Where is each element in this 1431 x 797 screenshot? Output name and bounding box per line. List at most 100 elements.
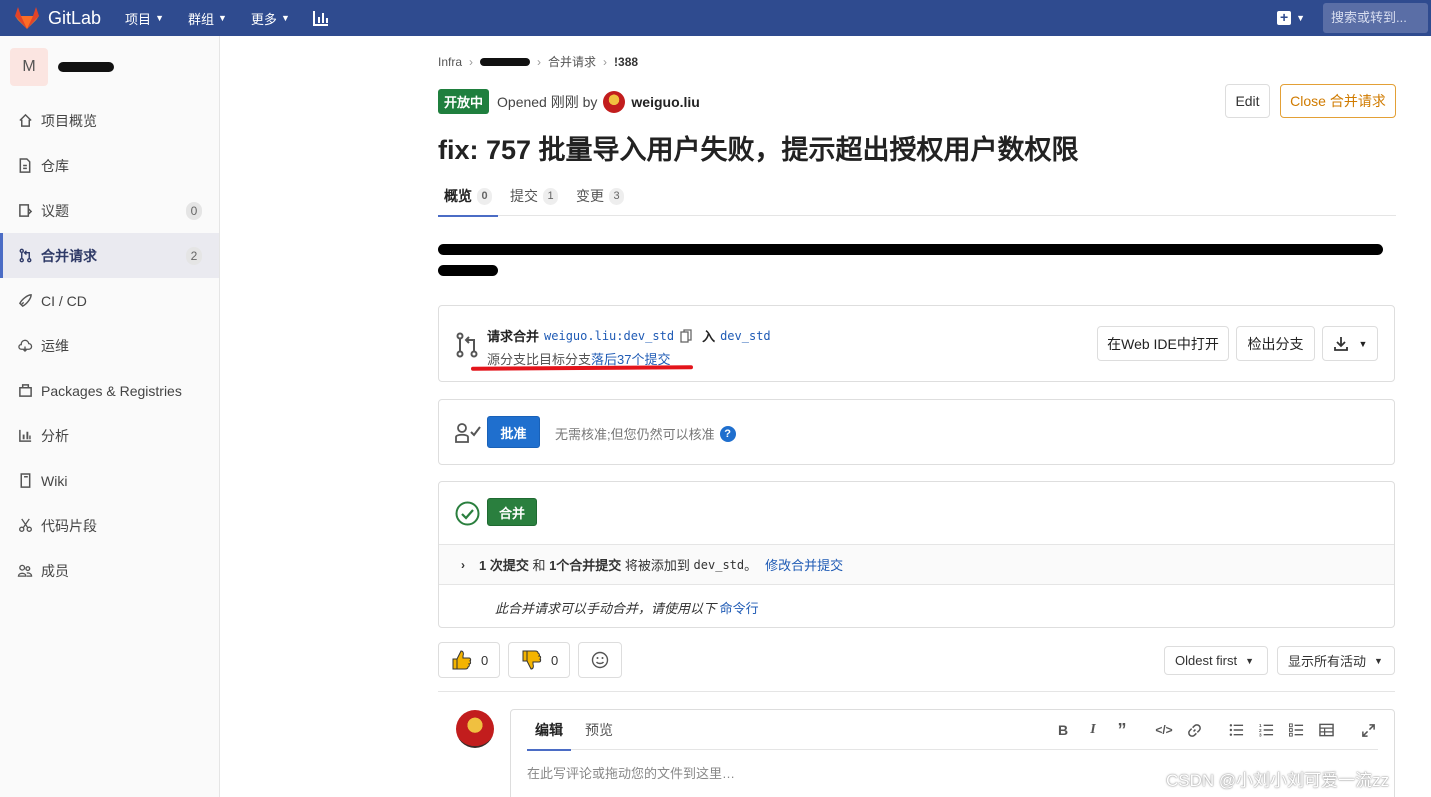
top-navbar: GitLab 项目 ▼ 群组 ▼ 更多 ▼ + ▼ 搜索或转到... (0, 0, 1431, 36)
tab-write[interactable]: 编辑 (527, 710, 571, 751)
nav-groups-label: 群组 (187, 11, 214, 27)
chevron-down-icon: ▼ (1245, 655, 1255, 666)
thumbs-down-button[interactable]: 0 (508, 642, 570, 678)
activity-filter-dropdown[interactable]: 显示所有活动 ▼ (1277, 646, 1395, 675)
tab-commits[interactable]: 提交 1 (504, 176, 564, 216)
sidebar-item-label: 成员 (41, 562, 69, 579)
sidebar-item-label: 项目概览 (41, 112, 97, 129)
approve-button[interactable]: 批准 (487, 416, 540, 448)
nav-projects-label: 项目 (125, 11, 152, 27)
commit-rest: 将被添加到 (621, 558, 694, 573)
merge-request-icon (456, 332, 478, 358)
sidebar-item-issues[interactable]: 议题 0 (0, 188, 219, 233)
breadcrumb-project-redacted[interactable] (480, 57, 531, 66)
italic-icon[interactable]: I (1085, 722, 1101, 738)
copy-icon[interactable] (680, 328, 692, 343)
add-reaction-button[interactable] (578, 642, 622, 678)
tab-preview[interactable]: 预览 (577, 710, 621, 750)
thumbs-up-button[interactable]: 0 (438, 642, 500, 678)
watermark: CSDN @小刘小刘可爱一流zz (1166, 771, 1390, 790)
sidebar-item-label: CI / CD (41, 292, 87, 309)
breadcrumb-section[interactable]: 合并请求 (548, 53, 596, 70)
gitlab-brand[interactable]: GitLab (14, 6, 101, 30)
sidebar-item-operations[interactable]: 运维 (0, 323, 219, 368)
tab-overview[interactable]: 概览 0 (438, 176, 498, 217)
check-circle-icon (455, 501, 480, 526)
sidebar-item-analytics[interactable]: 分析 (0, 413, 219, 458)
commit-count: 1 次提交 (479, 558, 529, 573)
sidebar-item-repository[interactable]: 仓库 (0, 143, 219, 188)
table-icon[interactable] (1318, 722, 1334, 738)
edit-merge-commit-link[interactable]: 修改合并提交 (765, 555, 843, 574)
tab-changes[interactable]: 变更 3 (570, 176, 630, 216)
download-dropdown[interactable]: ▼ (1322, 326, 1378, 361)
redaction-stroke (558, 248, 1338, 255)
sidebar-item-members[interactable]: 成员 (0, 548, 219, 593)
author-name[interactable]: weiguo.liu (631, 94, 699, 110)
new-item-dropdown[interactable]: + ▼ (1277, 10, 1305, 25)
sort-order-dropdown[interactable]: Oldest first ▼ (1164, 646, 1268, 675)
doc-icon (17, 158, 33, 174)
quote-icon[interactable]: ” (1114, 720, 1130, 740)
nav-groups[interactable]: 群组 ▼ (188, 9, 227, 28)
sidebar-item-snippets[interactable]: 代码片段 (0, 503, 219, 548)
command-line-link[interactable]: 命令行 (720, 601, 759, 616)
breadcrumb-mr-id[interactable]: !388 (614, 55, 638, 69)
nav-projects[interactable]: 项目 ▼ (125, 9, 164, 28)
sidebar-item-label: 议题 (41, 202, 69, 219)
approval-text: 无需核准;但您仍然可以核准 (555, 427, 715, 442)
svg-text:3: 3 (1259, 733, 1262, 737)
sidebar-item-label: 分析 (41, 427, 69, 444)
project-header[interactable]: M (0, 36, 219, 98)
source-branch[interactable]: weiguo.liu:dev_std (544, 329, 674, 343)
breadcrumb-root[interactable]: Infra (438, 55, 462, 69)
mr-status-row: 开放中 Opened 刚刚 by weiguo.liu (438, 89, 700, 114)
tab-label: 提交 (510, 188, 538, 204)
approval-status: 无需核准;但您仍然可以核准 ? (555, 424, 736, 443)
author-avatar[interactable] (603, 90, 626, 113)
merge-panel: 合并 › 1 次提交 和 1个合并提交 将被添加到 dev_std 。 修改合并… (438, 481, 1395, 628)
nav-more[interactable]: 更多 ▼ (251, 9, 290, 28)
activity-filter-label: 显示所有活动 (1288, 654, 1367, 669)
search-input[interactable]: 搜索或转到... (1323, 3, 1428, 33)
bold-icon[interactable]: B (1055, 722, 1071, 738)
edit-button[interactable]: Edit (1225, 84, 1270, 118)
sidebar-item-overview[interactable]: 项目概览 (0, 98, 219, 143)
merge-commit-summary: › 1 次提交 和 1个合并提交 将被添加到 dev_std 。 修改合并提交 (439, 544, 1394, 585)
help-icon[interactable]: ? (719, 425, 736, 442)
open-web-ide-button[interactable]: 在Web IDE中打开 (1097, 326, 1229, 361)
thumbs-up-icon (452, 650, 472, 670)
bullet-list-icon[interactable] (1228, 722, 1244, 738)
chevron-right-icon[interactable]: › (461, 558, 465, 572)
plus-icon: + (1277, 10, 1292, 25)
manual-merge-info: 此合并请求可以手动合并，请使用以下 命令行 (495, 598, 759, 617)
sidebar-item-ci-cd[interactable]: CI / CD (0, 278, 219, 323)
comment-textarea[interactable]: 在此写评论或拖动您的文件到这里… (527, 763, 735, 782)
sidebar-item-merge-requests[interactable]: 合并请求 2 (0, 233, 219, 278)
page-title: fix: 757 批量导入用户失败，提示超出授权用户数权限 (438, 135, 1079, 165)
cloud-icon (17, 338, 33, 354)
mr-description-redacted (438, 240, 1388, 282)
project-sidebar: M 项目概览 仓库 议题 0 合并请求 2 CI / CD 运维 Package… (0, 36, 220, 797)
chevron-down-icon: ▼ (1374, 655, 1383, 666)
merge-button[interactable]: 合并 (487, 498, 537, 526)
activity-chart-icon[interactable] (312, 9, 330, 27)
tab-label: 变更 (576, 188, 604, 204)
issues-icon (17, 203, 33, 219)
task-list-icon[interactable] (1288, 722, 1304, 738)
sidebar-item-label: Wiki (41, 472, 68, 489)
code-icon[interactable]: </> (1155, 722, 1172, 738)
manual-text: 此合并请求可以手动合并，请使用以下 (495, 601, 717, 616)
current-user-avatar[interactable] (456, 710, 494, 748)
sidebar-item-label: 代码片段 (41, 517, 97, 534)
target-branch[interactable]: dev_std (720, 329, 771, 343)
checkout-branch-button[interactable]: 检出分支 (1236, 326, 1315, 361)
sidebar-item-label: 仓库 (41, 157, 69, 174)
sidebar-item-wiki[interactable]: Wiki (0, 458, 219, 503)
editor-toolbar: 编辑 预览 (527, 710, 1378, 751)
numbered-list-icon[interactable]: 123 (1258, 722, 1274, 738)
fullscreen-icon[interactable] (1360, 722, 1376, 738)
close-mr-button[interactable]: Close 合并请求 (1280, 84, 1396, 118)
link-icon[interactable] (1186, 722, 1202, 738)
sidebar-item-packages[interactable]: Packages & Registries (0, 368, 219, 413)
